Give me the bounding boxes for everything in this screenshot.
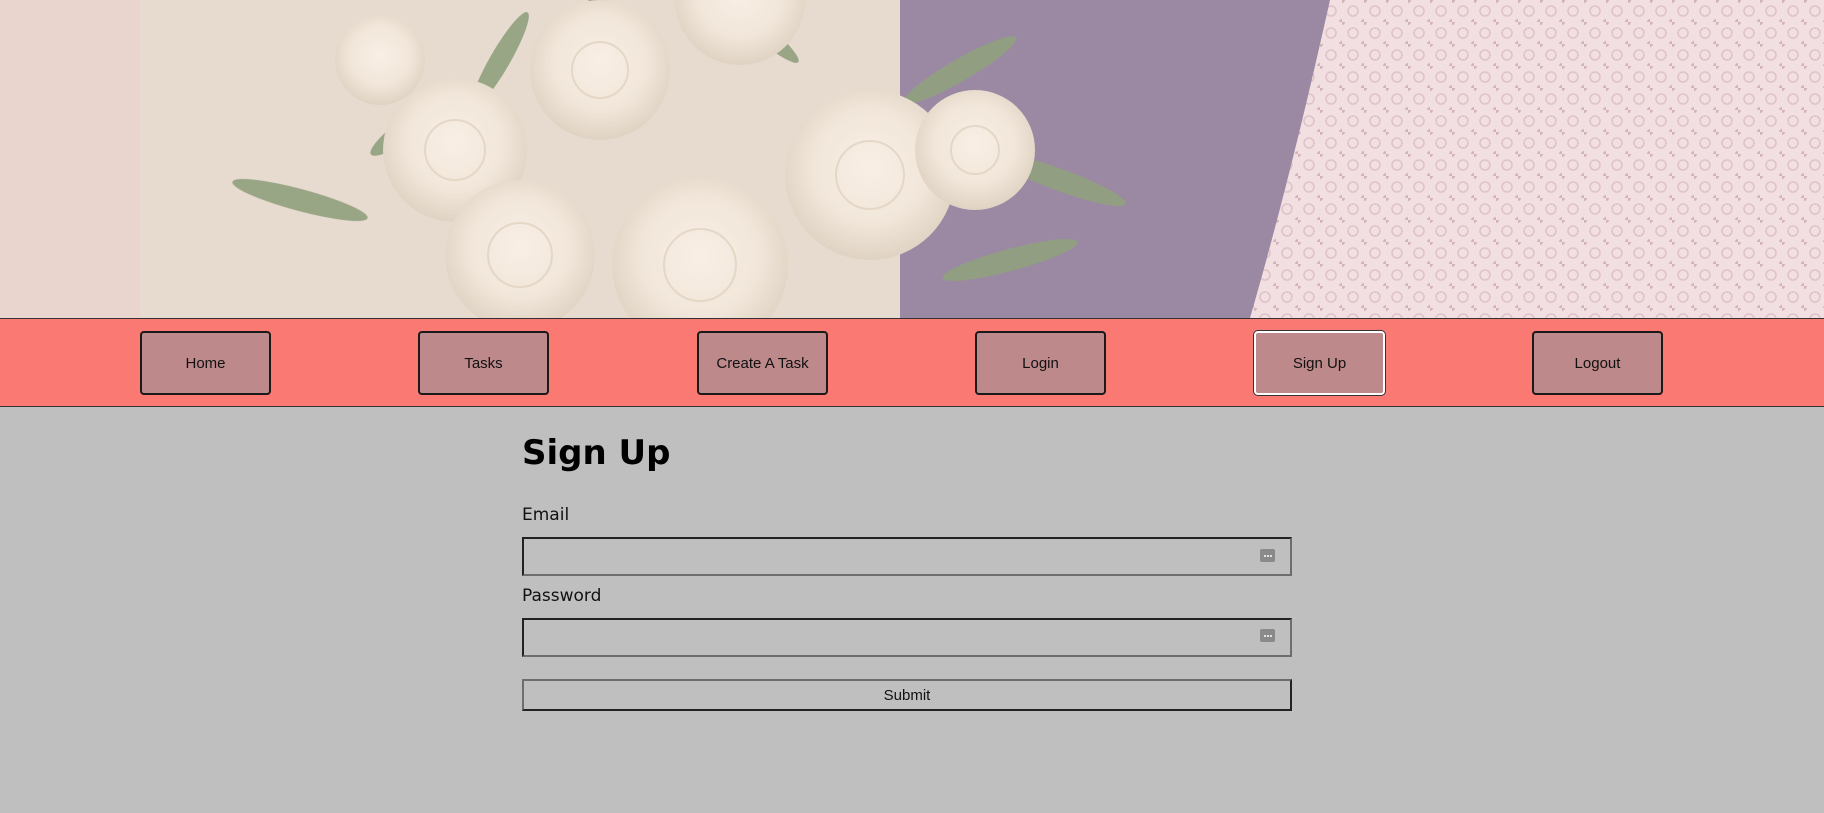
password-label: Password: [522, 586, 602, 606]
nav-home-button[interactable]: Home: [140, 331, 271, 395]
nav-logout-button[interactable]: Logout: [1532, 331, 1663, 395]
nav-tasks-button[interactable]: Tasks: [418, 331, 549, 395]
password-manager-icon[interactable]: [1260, 549, 1275, 562]
nav-signup-button[interactable]: Sign Up: [1254, 331, 1385, 395]
email-field[interactable]: [522, 537, 1292, 576]
top-navbar: Home Tasks Create A Task Login Sign Up L…: [0, 318, 1824, 407]
email-label: Email: [522, 505, 570, 525]
password-field[interactable]: [522, 618, 1292, 657]
nav-create-task-button[interactable]: Create A Task: [697, 331, 828, 395]
submit-button[interactable]: Submit: [522, 679, 1292, 711]
page-title: Sign Up: [522, 433, 671, 473]
hero-image: [0, 0, 1824, 318]
password-manager-icon[interactable]: [1260, 629, 1275, 642]
nav-login-button[interactable]: Login: [975, 331, 1106, 395]
